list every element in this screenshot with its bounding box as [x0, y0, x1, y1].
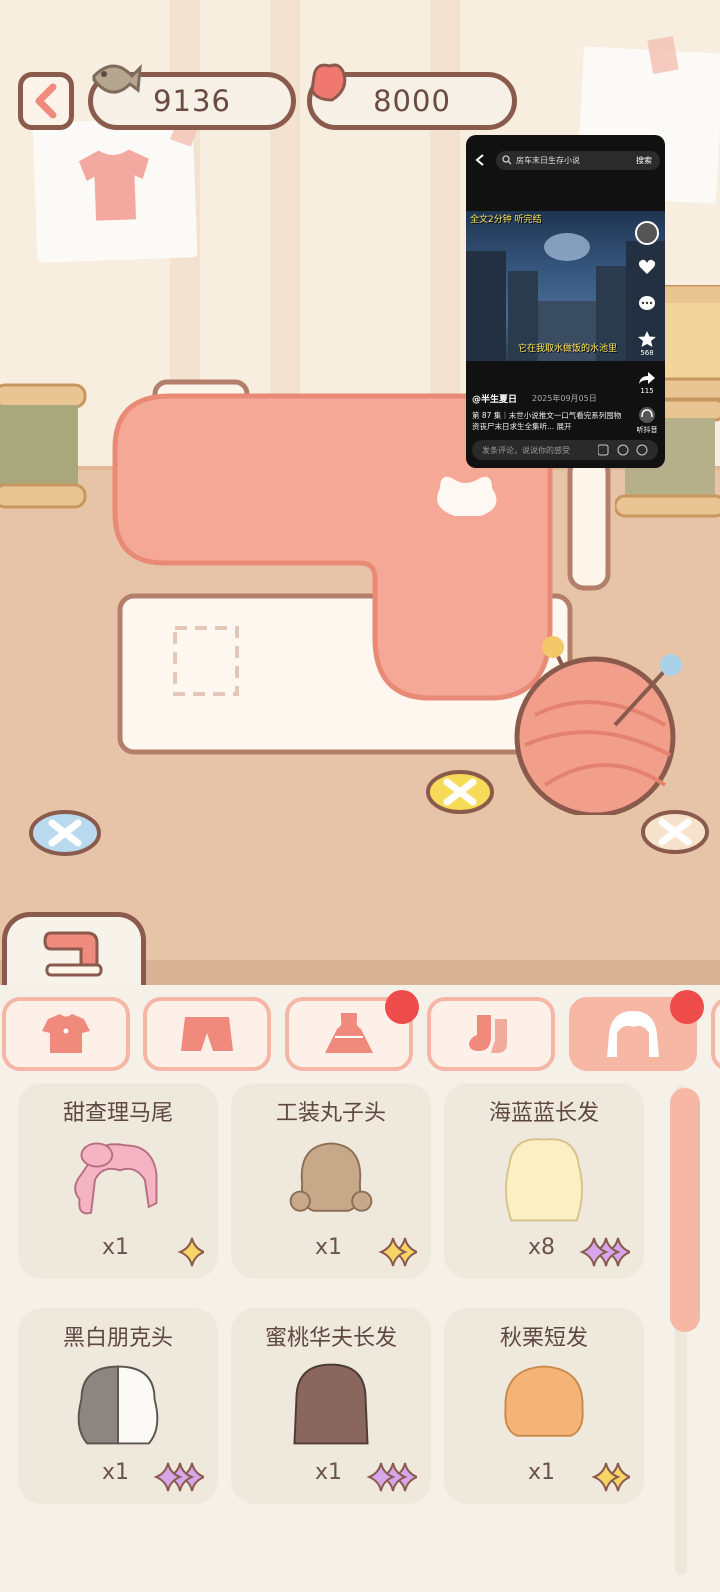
back-button[interactable] — [18, 72, 74, 130]
chevron-left-icon — [35, 83, 57, 119]
shirt-icon — [42, 1014, 90, 1053]
share-count: 115 — [640, 387, 654, 395]
rarity-stars-icon — [591, 1462, 630, 1492]
rarity-stars-icon — [378, 1237, 417, 1267]
star-icon — [638, 331, 656, 347]
dress-icon — [325, 1013, 373, 1053]
hair-item-card[interactable]: 蜜桃华夫长发 x1 — [231, 1308, 431, 1504]
hair-item-card[interactable]: 黑白朋克头 x1 — [18, 1308, 218, 1504]
item-count: x1 — [528, 1460, 556, 1485]
comment-button[interactable] — [635, 295, 659, 313]
video-author[interactable]: @半生夏日 — [472, 392, 517, 405]
item-count: x1 — [102, 1460, 130, 1485]
video-tag: 全文2分钟 听完结 — [470, 215, 542, 225]
item-count: x1 — [315, 1460, 343, 1485]
comment-placeholder: 发条评论，说说你的感受 — [482, 445, 570, 455]
rarity-stars-icon — [366, 1462, 417, 1492]
fish-icon — [92, 64, 142, 94]
shorts-icon — [181, 1017, 233, 1051]
hair-preview-icon — [289, 1142, 373, 1212]
hair-preview-icon — [77, 1365, 159, 1445]
share-icon — [639, 372, 655, 384]
rarity-stars-icon — [153, 1462, 204, 1492]
star-count: 568 — [640, 349, 654, 357]
headphones-icon — [639, 407, 655, 423]
video-description[interactable]: 第 87 集｜末世小说推文一口气看完系列囤物资丧尸末日求生全集听... 展开 — [472, 410, 622, 432]
hair-notification-dot — [670, 990, 704, 1024]
hair-preview-icon — [505, 1138, 583, 1222]
video-date: 2025年09月05日 — [532, 394, 597, 403]
favorite-button[interactable]: 568 — [635, 331, 659, 357]
blue-button-icon — [29, 810, 101, 856]
socks-icon — [469, 1015, 507, 1053]
hair-item-card[interactable]: 秋栗短发 x1 — [444, 1308, 644, 1504]
comment-input[interactable]: 发条评论，说说你的感受 — [472, 440, 658, 460]
sewing-machine-tab-icon — [43, 931, 103, 977]
category-shirt[interactable] — [2, 997, 130, 1071]
hair-item-card[interactable]: 海蓝蓝长发 x8 — [444, 1083, 644, 1279]
rarity-stars-icon — [177, 1237, 204, 1267]
category-shorts[interactable] — [143, 997, 271, 1071]
item-name: 秋栗短发 — [499, 1326, 588, 1351]
comment-icon — [639, 296, 655, 310]
avatar[interactable] — [635, 221, 659, 245]
hair-item-card[interactable]: 工装丸子头 x1 — [231, 1083, 431, 1279]
item-name: 甜查理马尾 — [62, 1101, 173, 1126]
hair-preview-icon — [293, 1363, 369, 1445]
hair-preview-icon — [74, 1142, 158, 1215]
dress-notification-dot — [385, 990, 419, 1024]
yarn-count: 8000 — [373, 84, 451, 118]
search-icon — [502, 155, 512, 165]
hair-item-card[interactable]: 甜查理马尾 x1 — [18, 1083, 218, 1279]
heart-icon — [638, 259, 656, 274]
green-spool-icon — [0, 383, 87, 509]
video-popup[interactable]: 房车末日生存小说 搜索 全文2分钟 听完结 它在我取水做饭的水池里 568 11… — [466, 135, 665, 468]
comment-tools-icon[interactable] — [598, 444, 648, 456]
rarity-stars-icon — [579, 1237, 630, 1267]
peach-button-icon — [641, 810, 709, 854]
item-name: 蜜桃华夫长发 — [264, 1326, 397, 1351]
item-count: x1 — [315, 1235, 343, 1260]
item-name: 海蓝蓝长发 — [488, 1101, 599, 1126]
search-button[interactable]: 搜索 — [636, 155, 652, 166]
tab-sewing[interactable] — [2, 912, 146, 990]
listen-button[interactable]: 听抖音 — [635, 407, 659, 435]
chevron-left-icon[interactable] — [474, 153, 486, 167]
category-more[interactable] — [711, 997, 720, 1071]
share-button[interactable]: 115 — [635, 371, 659, 395]
fish-count: 9136 — [153, 84, 231, 118]
item-name: 黑白朋克头 — [62, 1326, 173, 1351]
listen-label: 听抖音 — [636, 426, 658, 434]
like-button[interactable] — [635, 259, 659, 277]
yellow-button-icon — [426, 770, 494, 814]
item-name: 工装丸子头 — [275, 1101, 386, 1126]
scrollbar-thumb[interactable] — [670, 1088, 700, 1332]
category-socks[interactable] — [427, 997, 555, 1071]
hair-preview-icon — [504, 1365, 584, 1437]
search-query: 房车末日生存小说 — [516, 156, 580, 165]
search-input[interactable]: 房车末日生存小说 搜索 — [496, 151, 660, 170]
item-count: x8 — [528, 1235, 556, 1260]
hair-icon — [607, 1011, 659, 1057]
item-count: x1 — [102, 1235, 130, 1260]
mitten-icon — [310, 63, 347, 102]
video-caption: 它在我取水做饭的水池里 — [518, 344, 618, 354]
yarn-ball-icon — [514, 636, 682, 815]
